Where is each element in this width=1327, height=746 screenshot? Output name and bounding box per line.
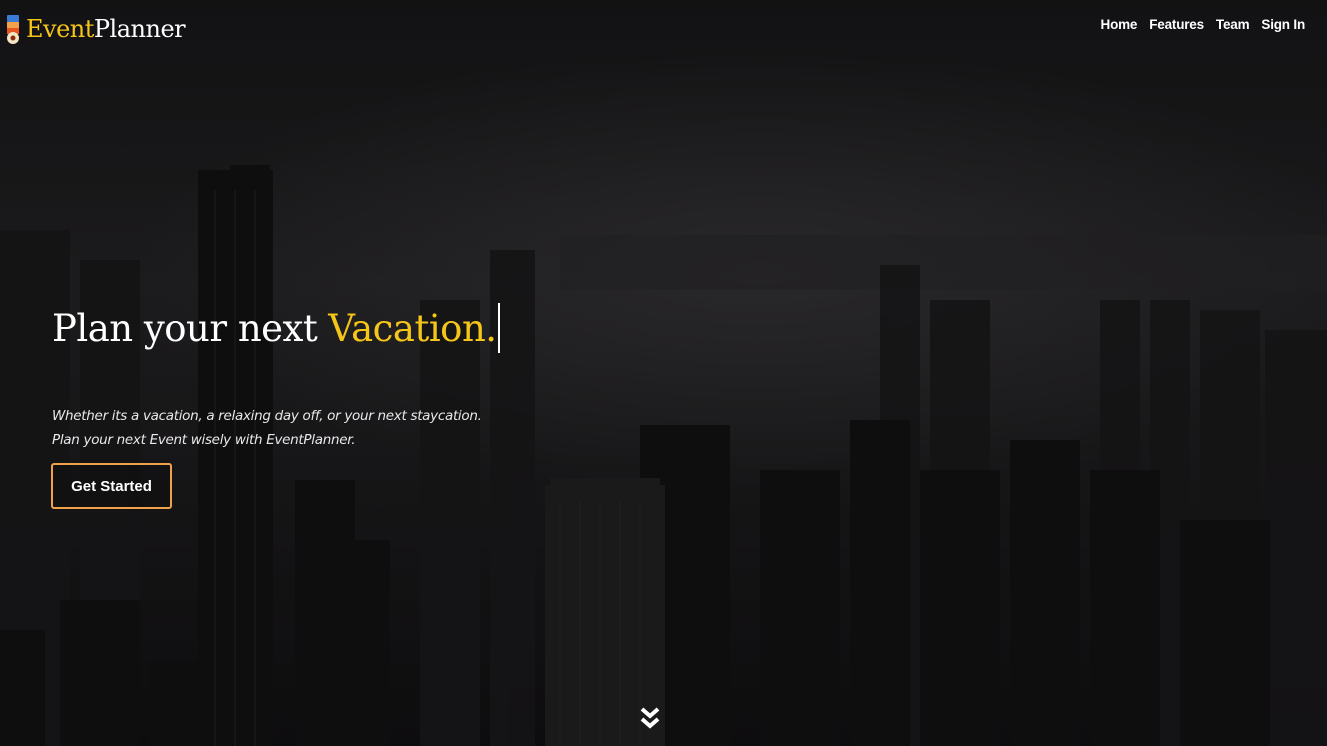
brand-name-rest: Planner bbox=[93, 15, 186, 43]
hero-subtitle-line-2: Plan your next Event wisely with EventPl… bbox=[52, 432, 356, 448]
brand-logo-icon bbox=[7, 15, 19, 44]
get-started-button[interactable]: Get Started bbox=[51, 463, 172, 509]
main-nav: Home Features Team Sign In bbox=[1101, 17, 1306, 32]
nav-item-features[interactable]: Features bbox=[1149, 17, 1204, 32]
hero-subtitle-line-1: Whether its a vacation, a relaxing day o… bbox=[52, 408, 482, 424]
hero-background-cityscape bbox=[0, 0, 1327, 746]
brand-name: EventPlanner bbox=[26, 15, 186, 43]
hero-title: Plan your next Vacation. bbox=[52, 300, 500, 356]
brand-name-accent: Event bbox=[26, 15, 94, 43]
nav-item-home[interactable]: Home bbox=[1101, 17, 1138, 32]
nav-item-sign-in[interactable]: Sign In bbox=[1261, 17, 1305, 32]
chevron-double-down-icon bbox=[640, 707, 660, 729]
hero-title-prefix: Plan your next bbox=[52, 306, 318, 350]
hero-title-highlight: Vacation. bbox=[328, 306, 497, 350]
typing-cursor bbox=[497, 303, 500, 353]
city-silhouette bbox=[0, 0, 1327, 746]
hero-subtitle: Whether its a vacation, a relaxing day o… bbox=[52, 404, 482, 452]
nav-item-team[interactable]: Team bbox=[1216, 17, 1250, 32]
brand-logo-link[interactable]: EventPlanner bbox=[5, 12, 186, 46]
scroll-down-button[interactable] bbox=[640, 707, 660, 731]
